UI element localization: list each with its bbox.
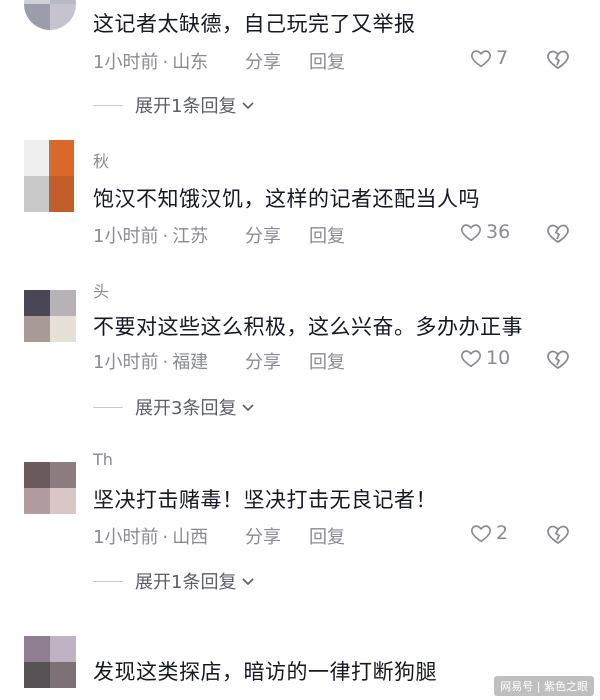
like-count: 36 bbox=[486, 221, 511, 243]
chevron-down-icon bbox=[242, 102, 255, 110]
share-button[interactable]: 分享 bbox=[245, 222, 281, 248]
heart-outline-icon bbox=[471, 50, 491, 68]
like-count: 2 bbox=[496, 522, 509, 544]
like-count: 10 bbox=[486, 347, 511, 369]
reply-button[interactable]: 回复 bbox=[309, 222, 345, 248]
reply-button[interactable]: 回复 bbox=[309, 48, 345, 74]
share-button[interactable]: 分享 bbox=[245, 523, 281, 549]
like-button[interactable]: 10 bbox=[460, 347, 510, 369]
reply-button[interactable]: 回复 bbox=[309, 523, 345, 549]
comment-time: 1小时前 bbox=[93, 527, 159, 548]
comment-text: 饱汉不知饿汉饥，这样的记者还配当人吗 bbox=[93, 187, 480, 211]
comment-time: 1小时前 bbox=[93, 352, 159, 373]
broken-heart-icon[interactable] bbox=[546, 347, 570, 371]
comment-meta: 1小时前 · 江苏 分享 回复 bbox=[93, 222, 345, 248]
expand-replies-label: 展开3条回复 bbox=[135, 398, 237, 419]
share-button[interactable]: 分享 bbox=[245, 348, 281, 374]
broken-heart-icon[interactable] bbox=[546, 522, 570, 546]
avatar[interactable] bbox=[24, 0, 76, 30]
like-count: 7 bbox=[496, 47, 509, 69]
like-button[interactable]: 2 bbox=[470, 522, 508, 544]
expand-replies-button[interactable]: 展开3条回复 bbox=[93, 394, 256, 420]
watermark: 网易号 | 紫色之眼 bbox=[494, 676, 594, 696]
heart-outline-icon bbox=[461, 350, 481, 368]
comment-text: 坚决打击赌毒！坚决打击无良记者！ bbox=[93, 488, 437, 512]
comment-meta: 1小时前 · 福建 分享 回复 bbox=[93, 348, 345, 374]
heart-outline-icon bbox=[461, 224, 481, 242]
reply-button[interactable]: 回复 bbox=[309, 348, 345, 374]
divider bbox=[93, 104, 123, 106]
avatar[interactable] bbox=[24, 140, 74, 212]
avatar[interactable] bbox=[24, 462, 76, 514]
comment-location: 江苏 bbox=[172, 226, 209, 247]
comment-location: 福建 bbox=[172, 352, 209, 373]
chevron-down-icon bbox=[242, 578, 255, 586]
broken-heart-icon[interactable] bbox=[546, 221, 570, 245]
expand-replies-label: 展开1条回复 bbox=[135, 572, 237, 593]
comment-username[interactable]: 头 bbox=[93, 278, 109, 302]
expand-replies-button[interactable]: 展开1条回复 bbox=[93, 568, 256, 594]
comment-time: 1小时前 bbox=[93, 52, 159, 73]
avatar[interactable] bbox=[24, 290, 76, 342]
comment-meta: 1小时前 · 山西 分享 回复 bbox=[93, 523, 345, 549]
comment-username[interactable]: Th bbox=[93, 450, 113, 469]
divider bbox=[93, 406, 123, 408]
comment-text: 这记者太缺德，自己玩完了又举报 bbox=[93, 12, 416, 36]
chevron-down-icon bbox=[242, 404, 255, 412]
expand-replies-button[interactable]: 展开1条回复 bbox=[93, 92, 256, 118]
comment-time: 1小时前 bbox=[93, 226, 159, 247]
comment-location: 山西 bbox=[172, 527, 209, 548]
heart-outline-icon bbox=[471, 525, 491, 543]
divider bbox=[93, 580, 123, 582]
comment-meta: 1小时前 · 山东 分享 回复 bbox=[93, 48, 345, 74]
comment-location: 山东 bbox=[172, 52, 209, 73]
avatar[interactable] bbox=[24, 636, 76, 688]
comment-text: 不要对这些这么积极，这么兴奋。多办办正事 bbox=[93, 315, 523, 339]
comment-text: 发现这类探店，暗访的一律打断狗腿 bbox=[93, 660, 437, 684]
like-button[interactable]: 36 bbox=[460, 221, 510, 243]
share-button[interactable]: 分享 bbox=[245, 48, 281, 74]
like-button[interactable]: 7 bbox=[470, 47, 508, 69]
broken-heart-icon[interactable] bbox=[546, 47, 570, 71]
expand-replies-label: 展开1条回复 bbox=[135, 96, 237, 117]
comment-username[interactable]: 秋 bbox=[93, 148, 109, 172]
